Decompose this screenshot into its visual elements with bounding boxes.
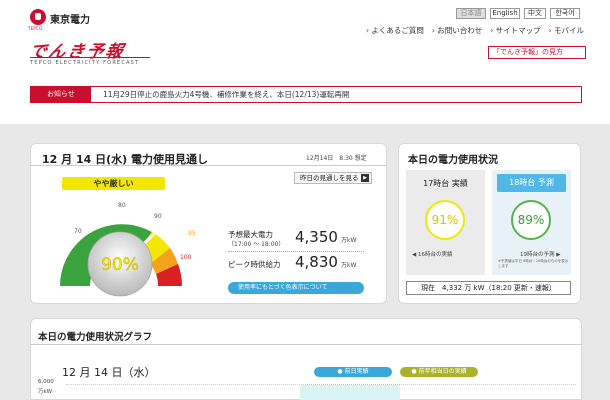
peak-supply-label: ピーク時供給力 bbox=[228, 260, 281, 269]
usage-graph-divider bbox=[30, 344, 582, 345]
actual-usage-circle: 91% bbox=[425, 200, 465, 240]
gauge-tick: 100 bbox=[180, 254, 192, 261]
usage-graph-date: 12 月 14 日（水） bbox=[62, 366, 156, 379]
forecast-timestamp: 12月14日 8:30 想定 bbox=[306, 155, 367, 162]
how-to-read-link[interactable]: 「でんき予報」の見方 bbox=[488, 46, 586, 59]
previous-day-toggle[interactable]: ● 前日実績 bbox=[314, 367, 392, 377]
gauge-tick: 95 bbox=[188, 230, 196, 237]
stats-divider bbox=[228, 251, 364, 252]
forecast-hour-heading: 18時台 予測 bbox=[497, 174, 566, 192]
peak-supply-value: 4,830 bbox=[295, 253, 338, 271]
nav-contact-link[interactable]: お問い合わせ bbox=[432, 25, 482, 36]
company-name[interactable]: 東京電力 bbox=[50, 11, 90, 26]
actual-hour-heading: 17時台 実績 bbox=[423, 179, 468, 188]
gauge-tick: 80 bbox=[118, 202, 126, 209]
lang-english-button[interactable]: English bbox=[490, 8, 520, 19]
usage-gauge: 70 80 90 95 100 90% bbox=[60, 202, 196, 297]
max-demand-value: 4,350 bbox=[295, 228, 338, 246]
notice-label: お知らせ bbox=[31, 87, 91, 102]
notice-text[interactable]: 11月29日停止の鹿島火力4号機、補修作業を終え、本日(12/13)運転再開 bbox=[103, 87, 349, 102]
yesterday-forecast-button[interactable]: 昨日の見通しを見る bbox=[294, 172, 372, 184]
lang-chinese-button[interactable]: 中文 bbox=[524, 8, 546, 19]
current-usage-readout: 現在 4,332 万 kW（18:20 更新・速報） bbox=[406, 281, 571, 295]
max-demand-unit: 万kW bbox=[341, 237, 357, 244]
forecast-footnote: ※予測値は平日 9時台・20時台のものを表示します bbox=[498, 259, 569, 268]
logo-divider bbox=[30, 57, 150, 58]
last-year-toggle[interactable]: ● 前年相当日の実績 bbox=[400, 367, 478, 377]
gauge-tick: 70 bbox=[74, 228, 82, 235]
forecast-divider bbox=[30, 165, 387, 166]
usage-graph-title: 本日の電力使用状況グラフ bbox=[38, 332, 153, 343]
max-demand-label: 予想最大電力 bbox=[228, 230, 273, 239]
previous-hour-link[interactable]: ◀ 16時台の実績 bbox=[412, 250, 452, 258]
color-legend-button[interactable]: 使用率にもとづく色表示について bbox=[228, 282, 364, 294]
gauge-value: 90% bbox=[101, 255, 139, 275]
site-tagline: TEPCO ELECTRICITY FORECAST bbox=[30, 60, 140, 66]
site-logo[interactable]: でんき予報 bbox=[27, 37, 127, 62]
nav-mobile-link[interactable]: モバイル bbox=[549, 25, 584, 36]
notice-bar: お知らせ 11月29日停止の鹿島火力4号機、補修作業を終え、本日(12/13)運… bbox=[30, 86, 582, 103]
utility-nav: よくあるご質問 お問い合わせ サイトマップ モバイル bbox=[366, 25, 584, 36]
usage-graph-y-tick: 6,000 bbox=[38, 379, 54, 385]
usage-graph-current-band bbox=[300, 385, 400, 400]
logo-sublabel: TEPCO bbox=[28, 26, 43, 31]
peak-supply-unit: 万kW bbox=[341, 262, 357, 269]
nav-faq-link[interactable]: よくあるご質問 bbox=[366, 25, 424, 36]
forecast-usage-circle: 89% bbox=[511, 200, 551, 240]
nav-sitemap-link[interactable]: サイトマップ bbox=[490, 25, 541, 36]
tepco-logo-icon[interactable] bbox=[30, 9, 46, 25]
lang-japanese-button[interactable]: 日本語 bbox=[456, 8, 486, 19]
gauge-tick: 90 bbox=[154, 213, 162, 220]
usage-graph-y-unit: 万kW bbox=[38, 389, 53, 395]
today-status-title: 本日の電力使用状況 bbox=[408, 155, 498, 166]
site-header: TEPCO 東京電力 でんき予報 TEPCO ELECTRICITY FOREC… bbox=[0, 0, 610, 76]
max-demand-timerange: （17:00 ～ 18:00） bbox=[228, 241, 285, 248]
lang-korean-button[interactable]: 한국어 bbox=[550, 8, 580, 19]
next-hour-link[interactable]: 19時台の予測 ▶ bbox=[520, 250, 560, 258]
